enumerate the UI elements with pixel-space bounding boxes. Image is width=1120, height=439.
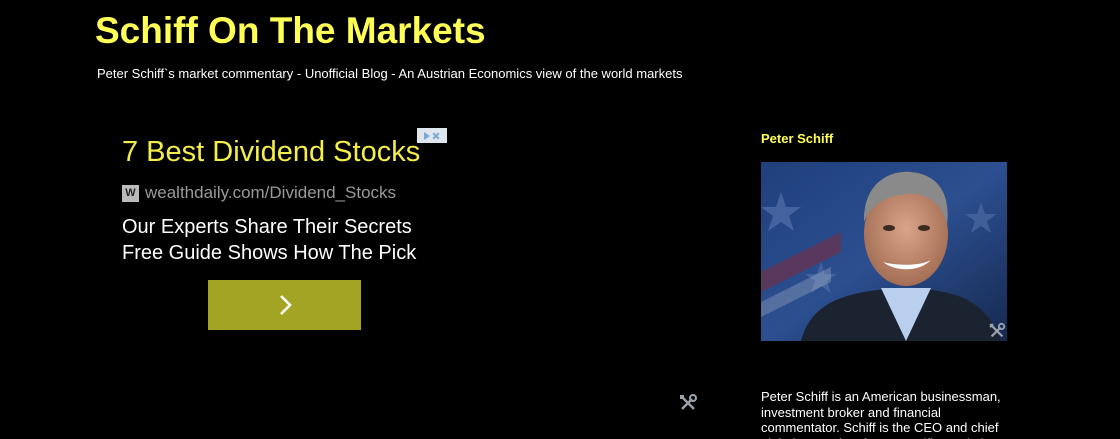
blog-title[interactable]: Schiff On The Markets: [95, 10, 486, 52]
ad-go-button[interactable]: [208, 280, 361, 330]
ad-headline[interactable]: 7 Best Dividend Stocks: [122, 136, 420, 169]
ad-url-row[interactable]: W wealthdaily.com/Dividend_Stocks: [122, 183, 396, 203]
ad-unit[interactable]: 7 Best Dividend Stocks W wealthdaily.com…: [107, 128, 447, 353]
profile-photo: [761, 162, 1007, 341]
ad-line-1: Our Experts Share Their Secrets: [122, 216, 412, 238]
ad-body: Our Experts Share Their Secrets Free Gui…: [122, 214, 416, 266]
edit-widget-icon[interactable]: [988, 322, 1006, 340]
edit-widget-icon[interactable]: [678, 393, 698, 413]
sidebar-bio-text: Peter Schiff is an American businessman,…: [761, 389, 1001, 439]
ad-line-2: Free Guide Shows How The Pick: [122, 242, 417, 264]
blog-description: Peter Schiff`s market commentary - Unoff…: [97, 66, 683, 81]
adchoices-icon[interactable]: [417, 128, 447, 143]
chevron-right-icon: [279, 295, 292, 315]
ad-url[interactable]: wealthdaily.com/Dividend_Stocks: [145, 183, 396, 203]
favicon-icon: W: [122, 184, 139, 202]
sidebar-title: Peter Schiff: [761, 131, 834, 146]
